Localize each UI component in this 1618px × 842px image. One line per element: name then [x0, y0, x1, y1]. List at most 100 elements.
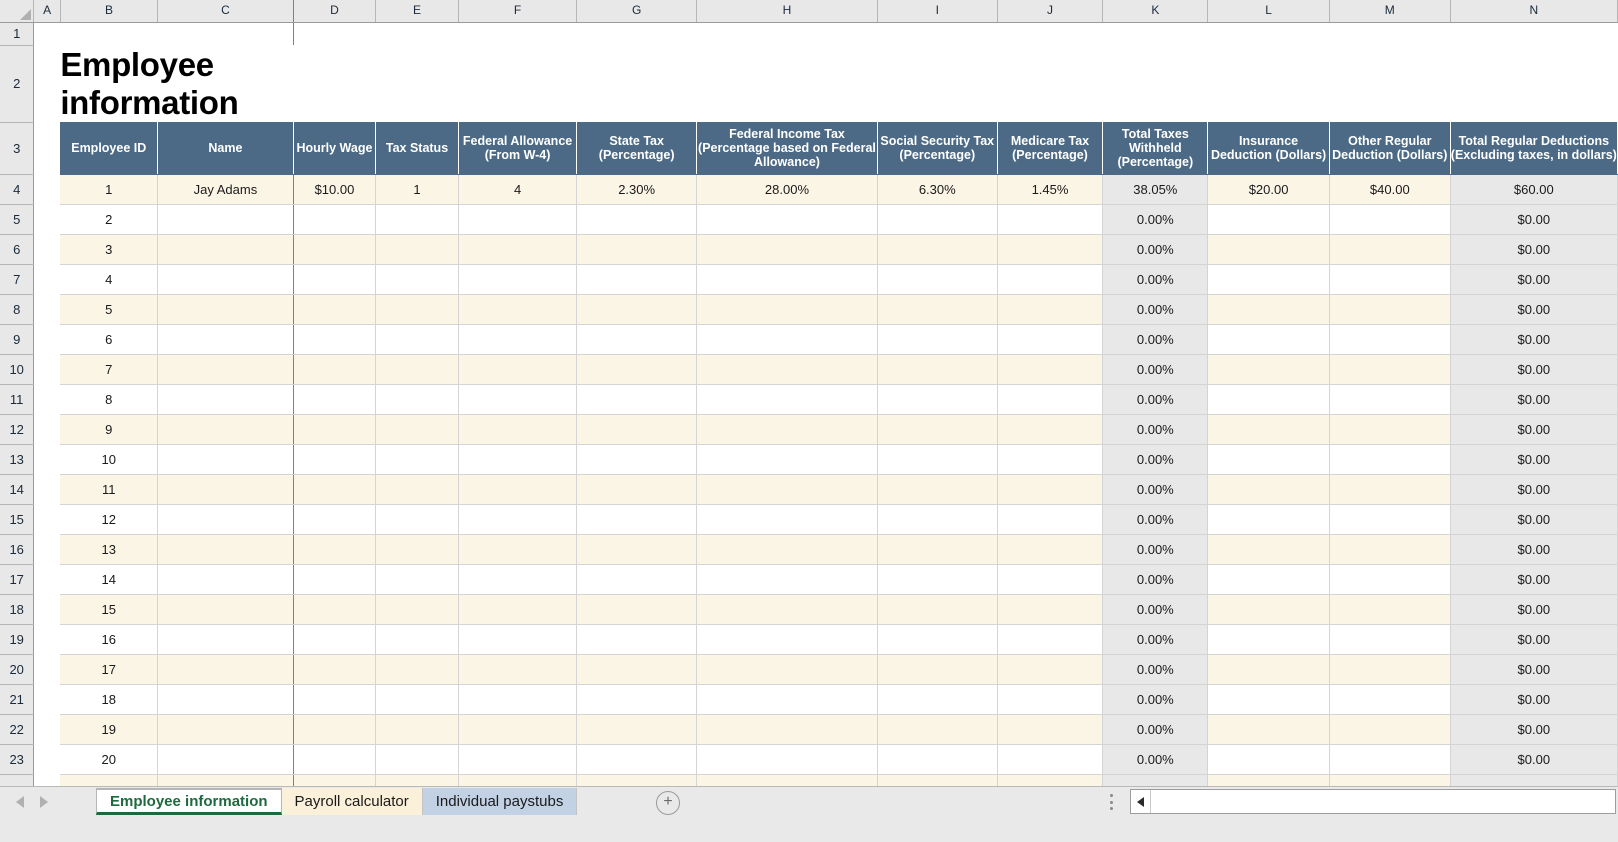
row-header-15[interactable]: 15 — [0, 504, 35, 535]
cell-medicare-row-3[interactable] — [997, 234, 1104, 265]
cell-total-deductions-row-6[interactable]: $0.00 — [1450, 324, 1618, 355]
table-row[interactable]: 18 15 0.00% $0.00 — [0, 594, 1618, 625]
column-header-A[interactable]: A — [33, 0, 61, 23]
cell-total-deductions-row-7[interactable]: $0.00 — [1450, 354, 1618, 385]
cell-name-row-17[interactable] — [157, 654, 294, 685]
horizontal-scrollbar[interactable] — [1130, 789, 1616, 814]
cell-hourly-wage-row-6[interactable] — [293, 324, 377, 355]
horizontal-scroll-track[interactable] — [1151, 790, 1615, 813]
cell-total-withheld-row-4[interactable]: 0.00% — [1102, 264, 1209, 295]
cell-insurance-row-12[interactable] — [1207, 504, 1330, 535]
cell-insurance-row-15[interactable] — [1207, 594, 1330, 625]
cell-federal-income-tax-row-8[interactable] — [696, 384, 878, 415]
column-header-N[interactable]: N — [1450, 0, 1618, 23]
table-row[interactable]: 19 16 0.00% $0.00 — [0, 624, 1618, 655]
table-row[interactable]: 13 10 0.00% $0.00 — [0, 444, 1618, 475]
row-header-9[interactable]: 9 — [0, 324, 35, 355]
row-header-23[interactable]: 23 — [0, 744, 35, 775]
cell-employee-id-row-14[interactable]: 14 — [60, 564, 159, 595]
cell-state-tax-row-10[interactable] — [576, 444, 697, 475]
cell-total-withheld-row-9[interactable]: 0.00% — [1102, 414, 1209, 445]
add-sheet-button[interactable]: + — [656, 791, 680, 815]
cell-medicare-row-5[interactable] — [997, 294, 1104, 325]
cell-social-security-row-5[interactable] — [877, 294, 998, 325]
cell-hourly-wage-row-5[interactable] — [293, 294, 377, 325]
cell-name-row-11[interactable] — [157, 474, 294, 505]
cell-state-tax-row-15[interactable] — [576, 594, 697, 625]
cell-employee-id-row-12[interactable]: 12 — [60, 504, 159, 535]
cell-tax-status-row-12[interactable] — [375, 504, 459, 535]
cell-other-deduction-row-3[interactable] — [1329, 234, 1451, 265]
cell-other-deduction-row-2[interactable] — [1329, 204, 1451, 235]
cell-other-deduction-row-16[interactable] — [1329, 624, 1451, 655]
cell-medicare-row-6[interactable] — [997, 324, 1104, 355]
cell-E2[interactable] — [375, 45, 459, 122]
cell-J1[interactable] — [997, 22, 1103, 45]
cell-hourly-wage-row-2[interactable] — [293, 204, 377, 235]
col-header-employee-id[interactable]: Employee ID — [60, 122, 159, 175]
cell-total-withheld-row-1[interactable]: 38.05% — [1102, 174, 1209, 205]
cell-hourly-wage-row-7[interactable] — [293, 354, 377, 385]
cell-social-security-row-19[interactable] — [877, 714, 998, 745]
cell-social-security-row-16[interactable] — [877, 624, 998, 655]
cell-employee-id-row-21[interactable] — [60, 774, 159, 786]
cell-federal-income-tax-row-19[interactable] — [696, 714, 878, 745]
cell-social-security-row-20[interactable] — [877, 744, 998, 775]
cell-A23[interactable] — [33, 744, 61, 774]
cell-social-security-row-13[interactable] — [877, 534, 998, 565]
cell-social-security-row-14[interactable] — [877, 564, 998, 595]
cell-insurance-row-20[interactable] — [1207, 744, 1330, 775]
cell-federal-allowance-row-1[interactable]: 4 — [458, 174, 578, 205]
cell-insurance-row-14[interactable] — [1207, 564, 1330, 595]
cell-other-deduction-row-6[interactable] — [1329, 324, 1451, 355]
cell-social-security-row-7[interactable] — [877, 354, 998, 385]
cell-medicare-row-21[interactable] — [997, 774, 1104, 786]
cell-social-security-row-11[interactable] — [877, 474, 998, 505]
cell-medicare-row-17[interactable] — [997, 654, 1104, 685]
cell-state-tax-row-5[interactable] — [576, 294, 697, 325]
table-row[interactable]: 5 2 0.00% $0.00 — [0, 204, 1618, 235]
cell-medicare-row-13[interactable] — [997, 534, 1104, 565]
column-header-C[interactable]: C — [157, 0, 294, 23]
cell-total-withheld-row-20[interactable]: 0.00% — [1102, 744, 1209, 775]
cell-federal-allowance-row-10[interactable] — [458, 444, 578, 475]
cell-G1[interactable] — [576, 22, 697, 45]
cell-medicare-row-1[interactable]: 1.45% — [997, 174, 1104, 205]
cell-federal-income-tax-row-10[interactable] — [696, 444, 878, 475]
cell-A12[interactable] — [33, 414, 61, 444]
cell-total-deductions-row-2[interactable]: $0.00 — [1450, 204, 1618, 235]
cell-total-deductions-row-19[interactable]: $0.00 — [1450, 714, 1618, 745]
cell-insurance-row-3[interactable] — [1207, 234, 1330, 265]
cell-other-deduction-row-4[interactable] — [1329, 264, 1451, 295]
cell-employee-id-row-15[interactable]: 15 — [60, 594, 159, 625]
column-header-G[interactable]: G — [576, 0, 697, 23]
cell-medicare-row-7[interactable] — [997, 354, 1104, 385]
cell-tax-status-row-10[interactable] — [375, 444, 459, 475]
row-header-16[interactable]: 16 — [0, 534, 35, 565]
cell-tax-status-row-1[interactable]: 1 — [375, 174, 459, 205]
cell-state-tax-row-1[interactable]: 2.30% — [576, 174, 697, 205]
cell-insurance-row-21[interactable] — [1207, 774, 1330, 786]
cell-federal-allowance-row-6[interactable] — [458, 324, 578, 355]
cell-employee-id-row-18[interactable]: 18 — [60, 684, 159, 715]
cell-social-security-row-18[interactable] — [877, 684, 998, 715]
cell-medicare-row-2[interactable] — [997, 204, 1104, 235]
cell-federal-allowance-row-11[interactable] — [458, 474, 578, 505]
cell-state-tax-row-2[interactable] — [576, 204, 697, 235]
cell-tax-status-row-14[interactable] — [375, 564, 459, 595]
table-row[interactable]: 10 7 0.00% $0.00 — [0, 354, 1618, 385]
cell-employee-id-row-10[interactable]: 10 — [60, 444, 159, 475]
cell-hourly-wage-row-13[interactable] — [293, 534, 377, 565]
cell-A22[interactable] — [33, 714, 61, 744]
next-sheet-arrow-icon[interactable] — [40, 796, 48, 808]
row-header-11[interactable]: 11 — [0, 384, 35, 415]
table-row[interactable]: 15 12 0.00% $0.00 — [0, 504, 1618, 535]
cell-insurance-row-5[interactable] — [1207, 294, 1330, 325]
cell-social-security-row-3[interactable] — [877, 234, 998, 265]
cell-hourly-wage-row-17[interactable] — [293, 654, 377, 685]
cell-social-security-row-9[interactable] — [877, 414, 998, 445]
cell-insurance-row-6[interactable] — [1207, 324, 1330, 355]
cell-total-deductions-row-10[interactable]: $0.00 — [1450, 444, 1618, 475]
cell-federal-income-tax-row-1[interactable]: 28.00% — [696, 174, 878, 205]
row-header-7[interactable]: 7 — [0, 264, 35, 295]
